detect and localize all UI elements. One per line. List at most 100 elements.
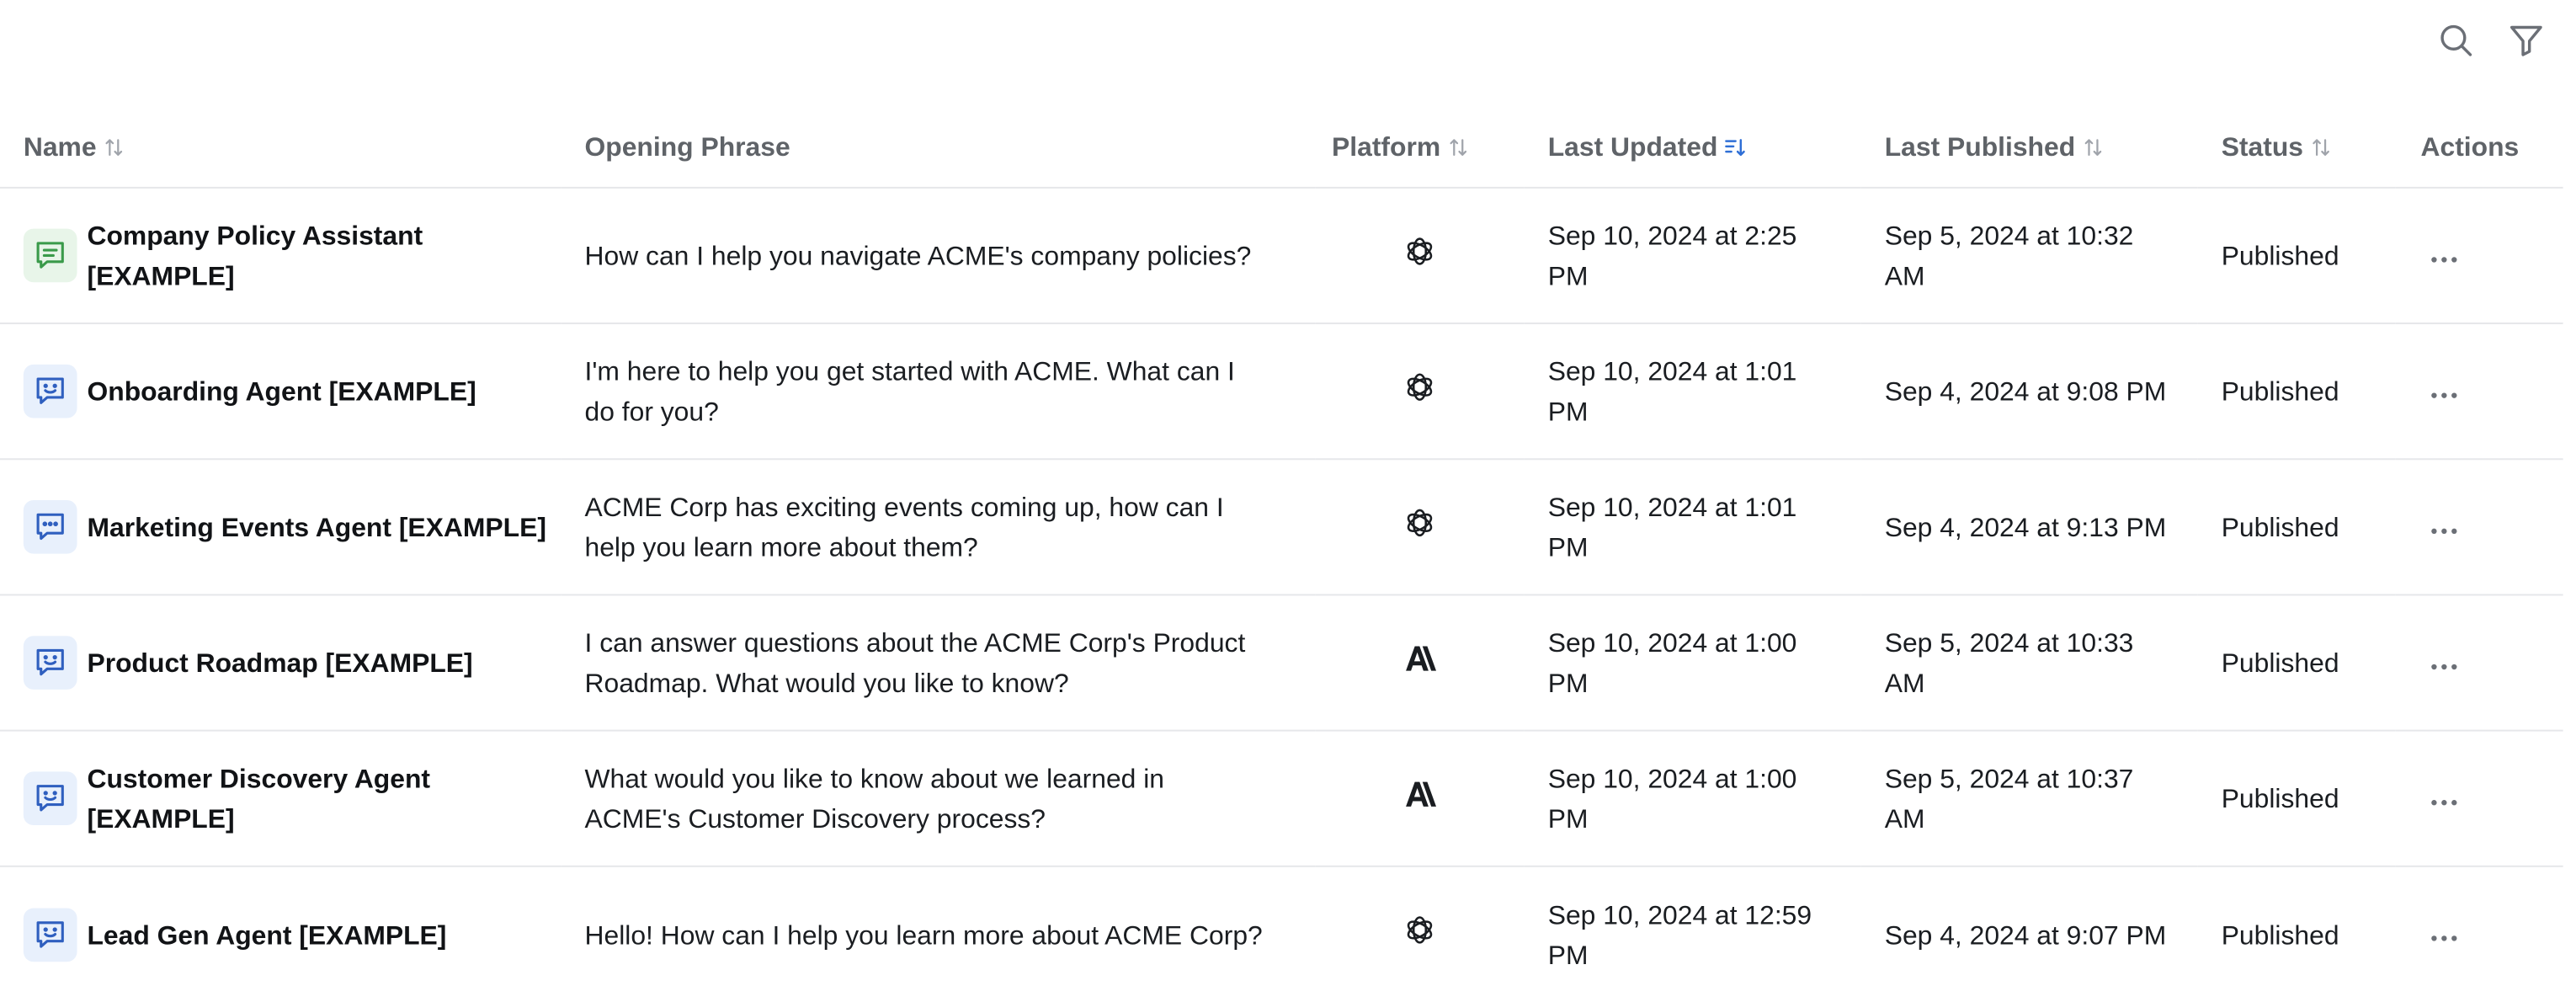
cell-actions — [2395, 323, 2563, 461]
openai-icon — [1400, 502, 1440, 542]
last-updated: Sep 10, 2024 at 12:59 PM — [1547, 899, 1812, 970]
chat-dots-icon — [23, 500, 77, 554]
last-published: Sep 5, 2024 at 10:33 AM — [1884, 627, 2134, 698]
sort-icon[interactable] — [102, 135, 127, 160]
opening-phrase: Hello! How can I help you learn more abo… — [584, 919, 1263, 950]
opening-phrase: How can I help you navigate ACME's compa… — [584, 240, 1252, 271]
sort-icon[interactable] — [1445, 135, 1471, 160]
sort-desc-active-icon[interactable] — [1722, 135, 1748, 160]
cell-last-updated: Sep 10, 2024 at 2:25 PM — [1524, 187, 1861, 325]
column-header-last-published[interactable]: Last Published — [1860, 107, 2198, 189]
cell-status: Published — [2197, 187, 2396, 325]
cell-last-published: Sep 4, 2024 at 9:08 PM — [1860, 323, 2198, 461]
cell-name: Marketing Events Agent [EXAMPLE] — [0, 459, 562, 596]
agent-name-wrap: Product Roadmap [EXAMPLE] — [23, 636, 562, 690]
status-text: Published — [2221, 783, 2339, 814]
column-header-name[interactable]: Name — [0, 107, 562, 189]
more-horizontal-icon — [2431, 799, 2457, 805]
cell-opening-phrase: I'm here to help you get started with AC… — [561, 323, 1316, 461]
table-row[interactable]: Marketing Events Agent [EXAMPLE] ACME Co… — [0, 459, 2563, 596]
cell-last-published: Sep 4, 2024 at 9:13 PM — [1860, 459, 2198, 596]
chat-smile-icon — [23, 771, 77, 826]
column-header-platform[interactable]: Platform — [1315, 107, 1525, 189]
cell-actions — [2395, 459, 2563, 596]
last-published: Sep 4, 2024 at 9:13 PM — [1884, 511, 2167, 542]
agents-table-body: Company Policy Assistant [EXAMPLE] How c… — [0, 187, 2563, 1002]
cell-platform — [1315, 866, 1525, 1002]
cell-name: Company Policy Assistant [EXAMPLE] — [0, 187, 562, 325]
table-row[interactable]: Onboarding Agent [EXAMPLE] I'm here to h… — [0, 323, 2563, 461]
cell-status: Published — [2198, 866, 2396, 1002]
agent-name[interactable]: Company Policy Assistant [EXAMPLE] — [87, 216, 561, 296]
more-actions-button[interactable] — [2421, 786, 2468, 819]
anthropic-icon — [1400, 638, 1440, 679]
last-published: Sep 4, 2024 at 9:07 PM — [1884, 919, 2167, 950]
agents-page: Name Opening Phrase Platform Last Update… — [0, 0, 2563, 997]
search-button[interactable] — [2430, 15, 2481, 66]
chat-lines-icon — [23, 228, 77, 283]
opening-phrase: I can answer questions about the ACME Co… — [584, 627, 1246, 698]
status-text: Published — [2221, 511, 2339, 542]
last-updated: Sep 10, 2024 at 2:25 PM — [1547, 220, 1797, 291]
status-text: Published — [2221, 919, 2339, 950]
cell-last-updated: Sep 10, 2024 at 1:00 PM — [1524, 730, 1861, 867]
cell-last-updated: Sep 10, 2024 at 1:01 PM — [1524, 323, 1861, 461]
cell-opening-phrase: What would you like to know about we lea… — [561, 730, 1316, 867]
cell-platform — [1315, 594, 1525, 732]
column-header-status[interactable]: Status — [2197, 107, 2396, 189]
column-header-opening-phrase: Opening Phrase — [561, 107, 1316, 189]
agents-table: Name Opening Phrase Platform Last Update… — [0, 107, 2563, 1002]
cell-last-updated: Sep 10, 2024 at 1:01 PM — [1524, 459, 1861, 596]
filter-icon — [2509, 25, 2542, 56]
cell-last-published: Sep 4, 2024 at 9:07 PM — [1861, 866, 2198, 1002]
filter-button[interactable] — [2501, 15, 2552, 66]
cell-actions — [2395, 187, 2563, 325]
status-text: Published — [2221, 240, 2339, 271]
cell-last-published: Sep 5, 2024 at 10:32 AM — [1860, 187, 2198, 325]
more-horizontal-icon — [2431, 256, 2457, 263]
opening-phrase: I'm here to help you get started with AC… — [584, 355, 1235, 427]
table-row[interactable]: Customer Discovery Agent [EXAMPLE] What … — [0, 730, 2563, 867]
cell-platform — [1315, 187, 1525, 325]
chat-smile-icon — [23, 908, 77, 962]
sort-icon[interactable] — [2308, 135, 2334, 160]
sort-icon[interactable] — [2080, 135, 2105, 160]
agent-name[interactable]: Lead Gen Agent [EXAMPLE] — [87, 914, 446, 955]
more-actions-button[interactable] — [2421, 650, 2468, 684]
cell-opening-phrase: ACME Corp has exciting events coming up,… — [561, 459, 1316, 596]
agent-name-wrap: Company Policy Assistant [EXAMPLE] — [23, 216, 562, 296]
cell-status: Published — [2197, 459, 2396, 596]
agent-name[interactable]: Onboarding Agent [EXAMPLE] — [87, 371, 476, 412]
cell-actions — [2395, 594, 2563, 732]
agent-name[interactable]: Product Roadmap [EXAMPLE] — [87, 642, 472, 683]
table-row[interactable]: Lead Gen Agent [EXAMPLE] Hello! How can … — [0, 866, 2563, 1002]
agent-name[interactable]: Customer Discovery Agent [EXAMPLE] — [87, 758, 561, 839]
cell-opening-phrase: Hello! How can I help you learn more abo… — [562, 866, 1315, 1002]
chat-smile-icon — [23, 636, 77, 690]
cell-status: Published — [2197, 594, 2396, 732]
more-actions-button[interactable] — [2421, 921, 2468, 955]
more-actions-button[interactable] — [2421, 378, 2468, 412]
table-row[interactable]: Company Policy Assistant [EXAMPLE] How c… — [0, 187, 2563, 325]
cell-platform — [1315, 459, 1525, 596]
table-toolbar — [2430, 15, 2563, 66]
chat-smile-icon — [23, 364, 77, 418]
more-horizontal-icon — [2431, 664, 2457, 669]
cell-name: Customer Discovery Agent [EXAMPLE] — [0, 730, 562, 867]
cell-status: Published — [2197, 323, 2396, 461]
more-actions-button[interactable] — [2421, 514, 2468, 547]
anthropic-icon — [1400, 774, 1440, 814]
cell-status: Published — [2197, 730, 2396, 867]
cell-actions — [2395, 730, 2563, 867]
more-actions-button[interactable] — [2421, 243, 2468, 276]
cell-name: Lead Gen Agent [EXAMPLE] — [0, 866, 562, 1002]
table-row[interactable]: Product Roadmap [EXAMPLE] I can answer q… — [0, 594, 2563, 732]
cell-last-updated: Sep 10, 2024 at 1:00 PM — [1524, 594, 1861, 732]
last-updated: Sep 10, 2024 at 1:01 PM — [1547, 492, 1797, 562]
agent-name[interactable]: Marketing Events Agent [EXAMPLE] — [87, 507, 546, 547]
agent-name-wrap: Lead Gen Agent [EXAMPLE] — [23, 908, 562, 962]
column-header-last-updated[interactable]: Last Updated — [1524, 107, 1861, 189]
cell-opening-phrase: How can I help you navigate ACME's compa… — [561, 187, 1316, 325]
last-updated: Sep 10, 2024 at 1:00 PM — [1547, 627, 1797, 698]
openai-icon — [1400, 231, 1440, 271]
